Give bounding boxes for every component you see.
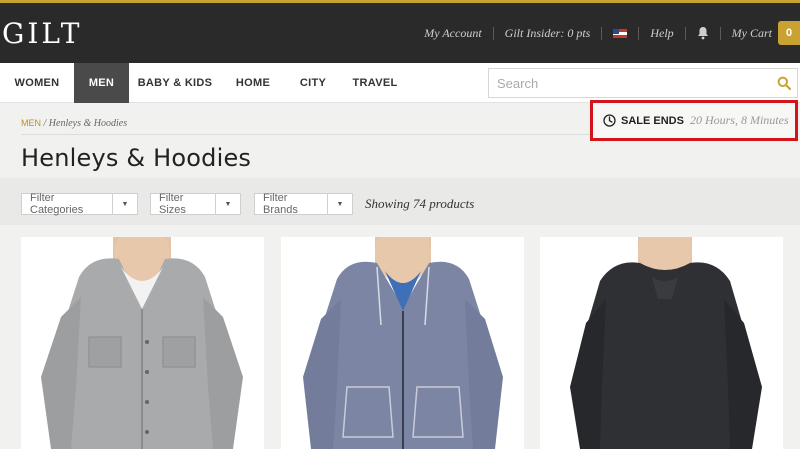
caret-down-icon: ▼: [327, 194, 352, 214]
search-box: [488, 68, 798, 98]
breadcrumb: MEN / Henleys & Hoodies: [21, 118, 127, 129]
page-title: Henleys & Hoodies: [21, 144, 252, 172]
filter-bar: Filter Categories ▼ Filter Sizes ▼ Filte…: [0, 178, 800, 225]
search-icon[interactable]: [777, 76, 792, 91]
site-header: GILT My Account Gilt Insider: 0 pts Help…: [0, 3, 800, 63]
product-card[interactable]: [21, 237, 264, 449]
account-links: My Account Gilt Insider: 0 pts Help My C…: [413, 3, 800, 63]
nav-item-men[interactable]: MEN: [74, 63, 129, 103]
sale-ends-timer: SALE ENDS 20 Hours, 8 Minutes: [590, 100, 798, 141]
breadcrumb-separator: /: [41, 118, 49, 129]
my-account-link[interactable]: My Account: [413, 26, 492, 41]
cart-count-badge[interactable]: 0: [778, 21, 800, 45]
divider: [601, 26, 603, 40]
filter-sizes-dropdown[interactable]: Filter Sizes ▼: [150, 192, 241, 216]
caret-down-icon: ▼: [215, 194, 240, 214]
bell-icon[interactable]: [697, 26, 709, 40]
nav-item-home[interactable]: HOME: [228, 63, 278, 103]
filter-brands-label: Filter Brands: [263, 192, 298, 216]
product-image: [303, 237, 503, 449]
nav-item-travel[interactable]: TRAVEL: [348, 63, 402, 103]
divider: [684, 26, 686, 40]
product-card[interactable]: [540, 237, 783, 449]
filter-sizes-label: Filter Sizes: [159, 192, 186, 216]
filter-brands-dropdown[interactable]: Filter Brands ▼: [254, 192, 353, 216]
breadcrumb-current: Henleys & Hoodies: [48, 118, 128, 129]
nav-item-city[interactable]: CITY: [292, 63, 334, 103]
product-count: Showing 74 products: [365, 196, 475, 211]
product-image: [570, 237, 762, 449]
us-flag-icon[interactable]: [613, 28, 628, 38]
help-link[interactable]: Help: [639, 26, 684, 41]
breadcrumb-men[interactable]: MEN: [21, 118, 41, 128]
product-card[interactable]: [281, 237, 524, 449]
gilt-logo[interactable]: GILT: [2, 17, 82, 50]
search-input[interactable]: [489, 69, 759, 97]
sale-ends-label: SALE ENDS: [621, 114, 684, 127]
main-nav: WOMEN MEN BABY & KIDS HOME CITY TRAVEL: [0, 63, 800, 103]
nav-item-women[interactable]: WOMEN: [0, 63, 74, 103]
my-cart-link[interactable]: My Cart: [721, 26, 772, 41]
sale-time-remaining: 20 Hours, 8 Minutes: [689, 113, 789, 127]
filter-categories-label: Filter Categories: [30, 192, 84, 216]
clock-icon: [603, 114, 616, 127]
gilt-insider-link[interactable]: Gilt Insider: 0 pts: [494, 26, 602, 41]
product-image: [41, 237, 243, 449]
nav-item-baby-kids[interactable]: BABY & KIDS: [135, 63, 215, 103]
filter-categories-dropdown[interactable]: Filter Categories ▼: [21, 192, 138, 216]
caret-down-icon: ▼: [112, 194, 137, 214]
